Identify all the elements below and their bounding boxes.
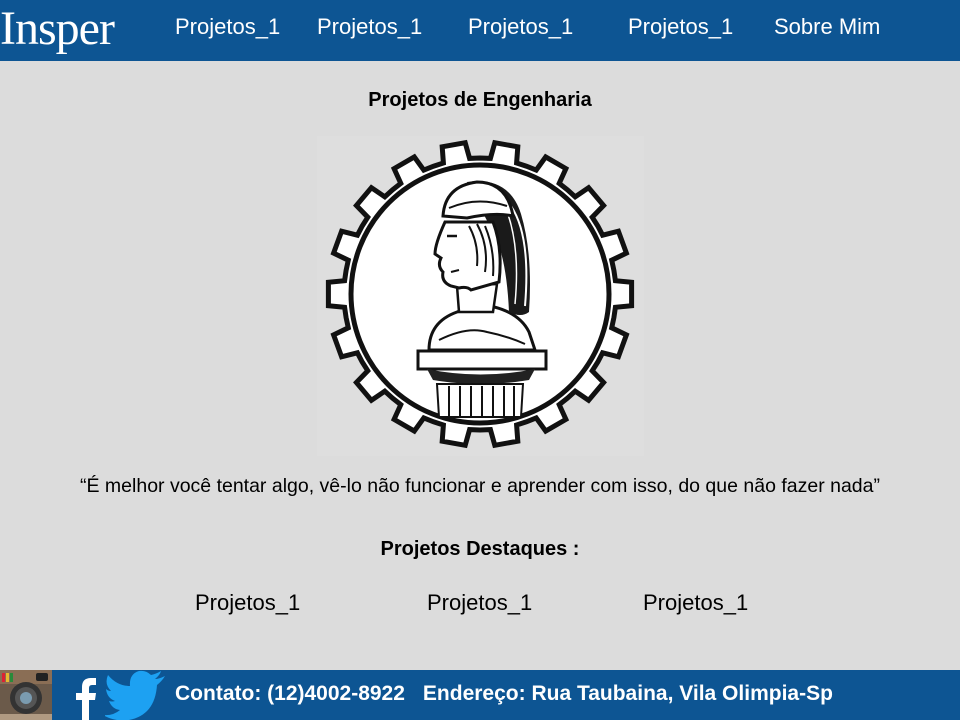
facebook-icon[interactable] (55, 670, 105, 720)
featured-project-link-1[interactable]: Projetos_1 (195, 590, 300, 616)
instagram-icon[interactable] (0, 670, 52, 720)
featured-projects-title: Projetos Destaques : (380, 538, 580, 560)
nav-item-sobre-mim[interactable]: Sobre Mim (774, 14, 880, 40)
nav-item-projetos-4[interactable]: Projetos_1 (628, 14, 733, 40)
inspirational-quote: “É melhor você tentar algo, vê-lo não fu… (80, 475, 880, 497)
twitter-icon[interactable] (103, 670, 167, 720)
engineering-seal-image (317, 136, 644, 456)
nav-item-projetos-3[interactable]: Projetos_1 (468, 14, 573, 40)
featured-project-link-2[interactable]: Projetos_1 (427, 590, 532, 616)
contact-phone: Contato: (12)4002-8922 (175, 682, 405, 705)
nav-item-projetos-1[interactable]: Projetos_1 (175, 14, 280, 40)
footer-contact-info: Contato: (12)4002-8922 Endereço: Rua Taub… (175, 682, 833, 706)
page-title: Projetos de Engenharia (368, 89, 592, 111)
top-navbar: Insper Projetos_1 Projetos_1 Projetos_1 … (0, 0, 960, 61)
seal-icon (325, 139, 635, 449)
nav-item-projetos-2[interactable]: Projetos_1 (317, 14, 422, 40)
featured-project-link-3[interactable]: Projetos_1 (643, 590, 748, 616)
insper-logo[interactable]: Insper (0, 0, 115, 61)
contact-address: Endereço: Rua Taubaina, Vila Olimpia-Sp (422, 682, 833, 705)
